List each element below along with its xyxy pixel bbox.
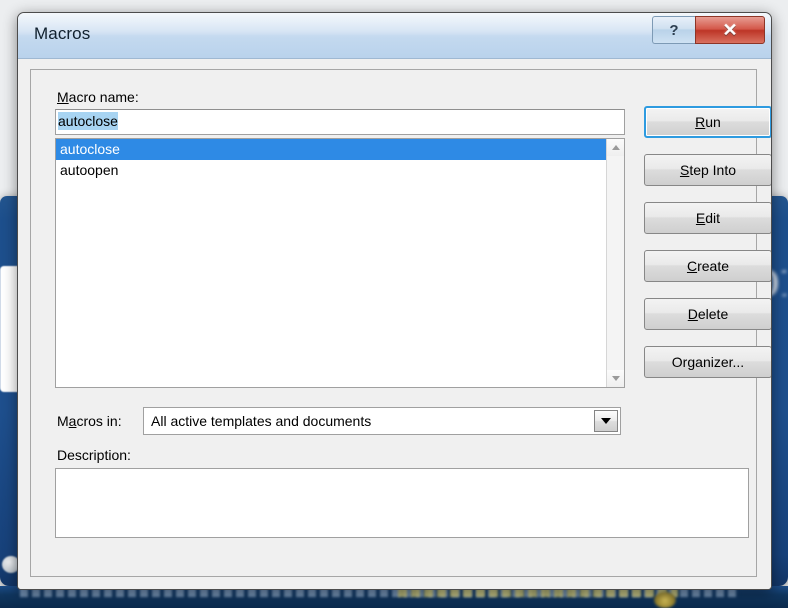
dialog-content-panel: Macro name: autoclose autoclose autoopen (30, 69, 771, 577)
scroll-up-icon[interactable] (607, 139, 624, 156)
description-label: Description: (57, 447, 131, 463)
edit-button-accel: E (695, 210, 706, 226)
step-into-button-accel: S (679, 162, 690, 178)
help-question-glyph: ? (669, 21, 679, 39)
window-controls: ? ✕ (652, 16, 765, 44)
step-into-button[interactable]: Step Into (644, 154, 771, 186)
macros-in-label: Macros in: (57, 413, 122, 429)
macro-name-label-text: acro name: (68, 89, 139, 105)
scroll-down-icon[interactable] (607, 370, 624, 387)
edit-button-label: dit (705, 210, 721, 226)
macro-name-label: Macro name: (57, 89, 139, 105)
description-textarea[interactable] (55, 468, 749, 538)
taskbar-orb-icon[interactable] (654, 592, 676, 608)
macros-in-label-pre: M (57, 413, 69, 429)
delete-button[interactable]: Delete (644, 298, 771, 330)
macros-in-label-rest: cros in: (76, 413, 122, 429)
run-button-accel: R (695, 114, 706, 130)
organizer-button-label: anizer... (695, 354, 745, 370)
macros-dialog: Macros ? ✕ Macro name: autoclose autoclo (17, 12, 772, 590)
dialog-body: Macro name: autoclose autoclose autoopen (18, 59, 771, 589)
macro-name-input[interactable]: autoclose (55, 109, 625, 135)
macro-name-label-accel: M (57, 89, 69, 105)
delete-button-accel: D (687, 306, 698, 322)
organizer-button[interactable]: Organizer... (644, 346, 771, 378)
macro-listbox[interactable]: autoclose autoopen (55, 138, 625, 388)
list-item[interactable]: autoopen (56, 160, 606, 181)
run-button-label: un (705, 114, 721, 130)
organizer-button-accel: g (687, 354, 696, 370)
create-button-accel: C (686, 258, 698, 274)
close-button[interactable]: ✕ (695, 16, 765, 44)
dialog-title: Macros (34, 24, 91, 43)
macros-in-selected-value: All active templates and documents (151, 413, 372, 429)
create-button[interactable]: Create (644, 250, 771, 282)
macro-list-items: autoclose autoopen (56, 139, 606, 387)
delete-button-label: elete (697, 306, 729, 322)
help-icon[interactable]: ? (652, 16, 695, 44)
macro-name-input-value: autoclose (58, 112, 118, 130)
macro-list-scrollbar[interactable] (606, 139, 624, 387)
list-item[interactable]: autoclose (56, 139, 606, 160)
macros-in-dropdown[interactable]: All active templates and documents (143, 407, 621, 435)
step-into-button-label: tep Into (689, 162, 737, 178)
close-icon: ✕ (722, 19, 738, 40)
chevron-down-icon[interactable] (594, 410, 618, 432)
create-button-label: reate (697, 258, 730, 274)
edit-button[interactable]: Edit (644, 202, 771, 234)
organizer-button-pre: Or (671, 354, 688, 370)
dialog-title-bar[interactable]: Macros ? ✕ (18, 13, 771, 59)
run-button[interactable]: Run (644, 106, 771, 138)
